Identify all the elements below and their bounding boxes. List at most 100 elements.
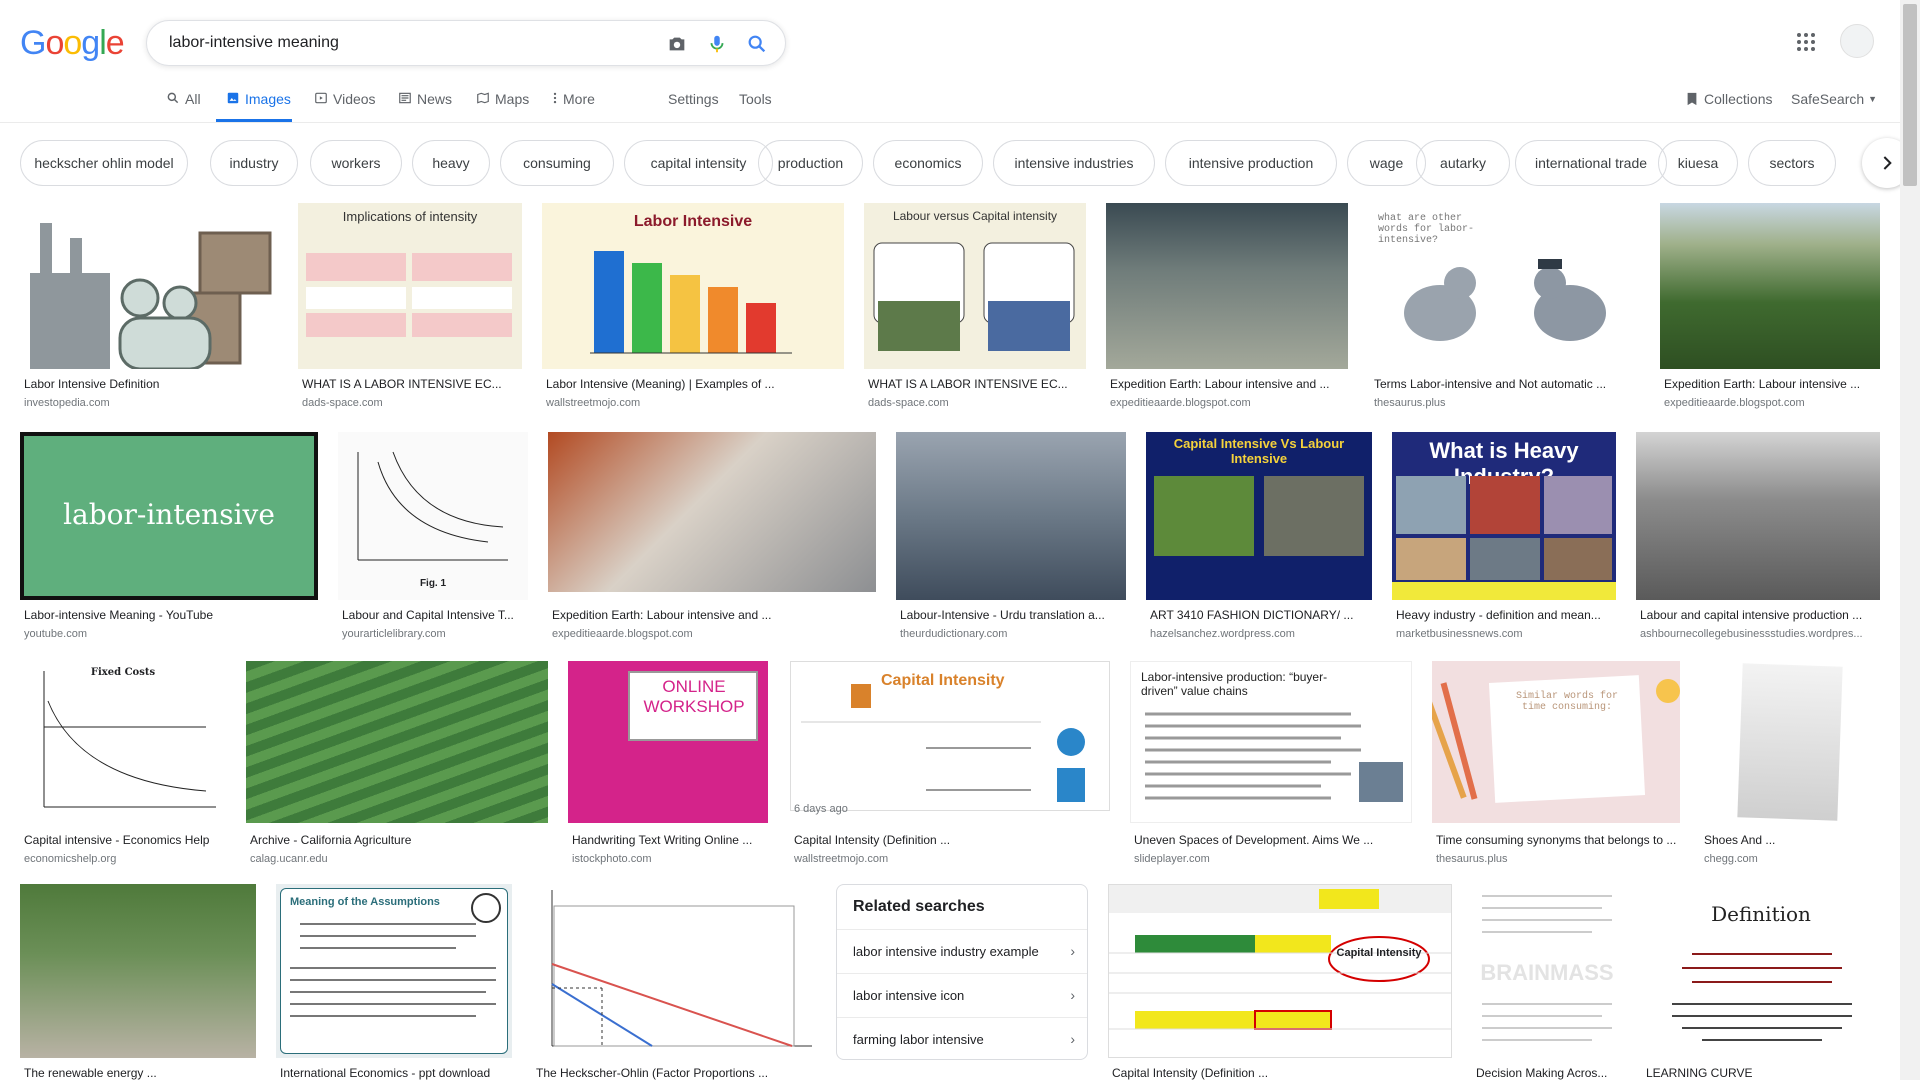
chip[interactable]: intensive production <box>1165 140 1337 186</box>
result-site[interactable]: expeditieaarde.blogspot.com <box>1664 397 1880 409</box>
image-result[interactable]: Archive - California Agriculture calag.u… <box>246 661 548 867</box>
result-thumbnail[interactable] <box>246 661 548 823</box>
apps-grid-icon[interactable] <box>1794 30 1818 54</box>
result-thumbnail[interactable]: Capital Intensive Vs Labour Intensive <box>1146 432 1372 600</box>
result-site[interactable]: hazelsanchez.wordpress.com <box>1150 628 1372 640</box>
image-result[interactable]: Labour versus Capital intensity WHAT IS … <box>864 203 1086 413</box>
result-title[interactable]: Archive - California Agriculture <box>250 833 548 847</box>
result-thumbnail[interactable]: Definition <box>1642 884 1880 1058</box>
scrollbar-thumb[interactable] <box>1903 4 1917 186</box>
result-thumbnail[interactable]: Labour versus Capital intensity <box>864 203 1086 369</box>
image-result[interactable]: what are other words for labor-intensive… <box>1370 203 1640 413</box>
result-title[interactable]: Expedition Earth: Labour intensive and .… <box>552 608 876 622</box>
image-result[interactable]: Fixed Costs Capital intensive - Economic… <box>20 661 226 867</box>
result-thumbnail[interactable] <box>896 432 1126 600</box>
tab-all[interactable]: All <box>166 84 204 122</box>
chip[interactable]: capital intensity <box>624 140 773 186</box>
result-title[interactable]: Expedition Earth: Labour intensive and .… <box>1110 377 1348 391</box>
result-site[interactable]: dads-space.com <box>302 397 522 409</box>
search-icon[interactable] <box>745 32 769 56</box>
result-thumbnail[interactable]: ONLINE WORKSHOP <box>568 661 768 823</box>
chip[interactable]: production <box>758 140 863 186</box>
chip[interactable]: consuming <box>500 140 614 186</box>
result-thumbnail[interactable]: Fig. 1 <box>338 432 528 600</box>
result-title[interactable]: Shoes And ... <box>1704 833 1880 847</box>
result-title[interactable]: Decision Making Acros... <box>1476 1066 1622 1080</box>
chip[interactable]: workers <box>310 140 402 186</box>
result-site[interactable]: ashbournecollegebusinessstudies.wordpres… <box>1640 628 1880 640</box>
result-thumbnail[interactable] <box>1700 661 1880 823</box>
result-title[interactable]: Uneven Spaces of Development. Aims We ..… <box>1134 833 1412 847</box>
result-title[interactable]: Capital intensive - Economics Help <box>24 833 226 847</box>
result-thumbnail[interactable] <box>20 884 256 1058</box>
chip[interactable]: heavy <box>412 140 490 186</box>
google-logo[interactable]: Google <box>20 24 125 63</box>
result-thumbnail[interactable]: Fixed Costs <box>20 661 226 823</box>
microphone-icon[interactable] <box>705 32 729 56</box>
chip[interactable]: kiuesa <box>1658 140 1738 186</box>
result-site[interactable]: yourarticlelibrary.com <box>342 628 528 640</box>
result-site[interactable]: dads-space.com <box>868 397 1086 409</box>
tab-news[interactable]: News <box>398 84 452 122</box>
result-site[interactable]: chegg.com <box>1704 853 1880 865</box>
result-title[interactable]: Handwriting Text Writing Online ... <box>572 833 768 847</box>
image-result[interactable]: Labor Intensive Labor Intensive (Meaning… <box>542 203 844 413</box>
tab-maps[interactable]: Maps <box>476 84 530 122</box>
result-thumbnail[interactable]: what are other words for labor-intensive… <box>1370 203 1640 369</box>
account-avatar[interactable] <box>1840 24 1874 58</box>
image-result[interactable]: ONLINE WORKSHOP Handwriting Text Writing… <box>568 661 768 867</box>
image-result[interactable]: Capital Intensive Vs Labour Intensive AR… <box>1146 432 1372 644</box>
image-result[interactable]: Expedition Earth: Labour intensive and .… <box>548 432 876 644</box>
result-site[interactable]: youtube.com <box>24 628 318 640</box>
chip[interactable]: autarky <box>1416 140 1510 186</box>
result-thumbnail[interactable]: Labor Intensive <box>542 203 844 369</box>
image-result[interactable]: The renewable energy ... <box>20 884 256 1080</box>
tab-images[interactable]: Images <box>216 84 292 122</box>
image-result[interactable]: Fig. 1 Labour and Capital Intensive T...… <box>338 432 528 644</box>
tab-more[interactable]: More <box>552 84 600 122</box>
result-thumbnail[interactable]: Labor-intensive production: “buyer-drive… <box>1130 661 1412 823</box>
result-thumbnail[interactable]: Meaning of the Assumptions <box>276 884 512 1058</box>
image-result[interactable]: Capital Intensity Capital Intensity (Def… <box>1108 884 1452 1080</box>
camera-icon[interactable] <box>665 32 689 56</box>
search-input[interactable] <box>167 33 637 53</box>
result-title[interactable]: ART 3410 FASHION DICTIONARY/ ... <box>1150 608 1372 622</box>
chip[interactable]: international trade <box>1515 140 1667 186</box>
page-scrollbar[interactable] <box>1900 0 1920 1080</box>
image-result[interactable]: BRAINMASS Decision Making Acros... <box>1472 884 1622 1080</box>
result-site[interactable]: slideplayer.com <box>1134 853 1412 865</box>
result-title[interactable]: Capital Intensity (Definition ... <box>1112 1066 1452 1080</box>
image-result[interactable]: The Heckscher-Ohlin (Factor Proportions … <box>532 884 816 1080</box>
result-title[interactable]: Labor Intensive (Meaning) | Examples of … <box>546 377 844 391</box>
result-title[interactable]: Terms Labor-intensive and Not automatic … <box>1374 377 1640 391</box>
image-result[interactable]: Similar words for time consuming: Time c… <box>1432 661 1680 867</box>
result-title[interactable]: Expedition Earth: Labour intensive ... <box>1664 377 1880 391</box>
image-result[interactable]: What is Heavy Industry? Heavy industry -… <box>1392 432 1616 644</box>
chip[interactable]: industry <box>210 140 298 186</box>
chip[interactable]: wage <box>1347 140 1426 186</box>
tab-videos[interactable]: Videos <box>314 84 376 122</box>
result-title[interactable]: The Heckscher-Ohlin (Factor Proportions … <box>536 1066 816 1080</box>
result-site[interactable]: istockphoto.com <box>572 853 768 865</box>
result-site[interactable]: expeditieaarde.blogspot.com <box>1110 397 1348 409</box>
image-result[interactable]: Meaning of the Assumptions International… <box>276 884 512 1080</box>
result-title[interactable]: Labour-Intensive - Urdu translation a... <box>900 608 1126 622</box>
image-result[interactable]: Expedition Earth: Labour intensive and .… <box>1106 203 1348 413</box>
result-site[interactable]: marketbusinessnews.com <box>1396 628 1616 640</box>
result-title[interactable]: LEARNING CURVE <box>1646 1066 1880 1080</box>
safesearch-dropdown[interactable]: SafeSearch ▼ <box>1791 91 1877 107</box>
result-title[interactable]: Capital Intensity (Definition ... <box>794 833 1110 847</box>
result-title[interactable]: Labour and Capital Intensive T... <box>342 608 528 622</box>
result-title[interactable]: The renewable energy ... <box>24 1066 256 1080</box>
related-search-item[interactable]: labor intensive industry example › <box>837 929 1087 973</box>
chip[interactable]: sectors <box>1748 140 1836 186</box>
collections-link[interactable]: Collections <box>1686 91 1772 107</box>
result-thumbnail[interactable]: labor-intensive <box>20 432 318 600</box>
result-site[interactable]: thesaurus.plus <box>1436 853 1680 865</box>
result-title[interactable]: Labor-intensive Meaning - YouTube <box>24 608 318 622</box>
result-thumbnail[interactable]: Capital Intensity <box>1108 884 1452 1058</box>
result-thumbnail[interactable]: What is Heavy Industry? <box>1392 432 1616 600</box>
image-result[interactable]: Labour-Intensive - Urdu translation a...… <box>896 432 1126 644</box>
tools-link[interactable]: Tools <box>739 91 772 107</box>
image-result[interactable]: Implications of intensity WHAT IS A LABO… <box>298 203 522 413</box>
